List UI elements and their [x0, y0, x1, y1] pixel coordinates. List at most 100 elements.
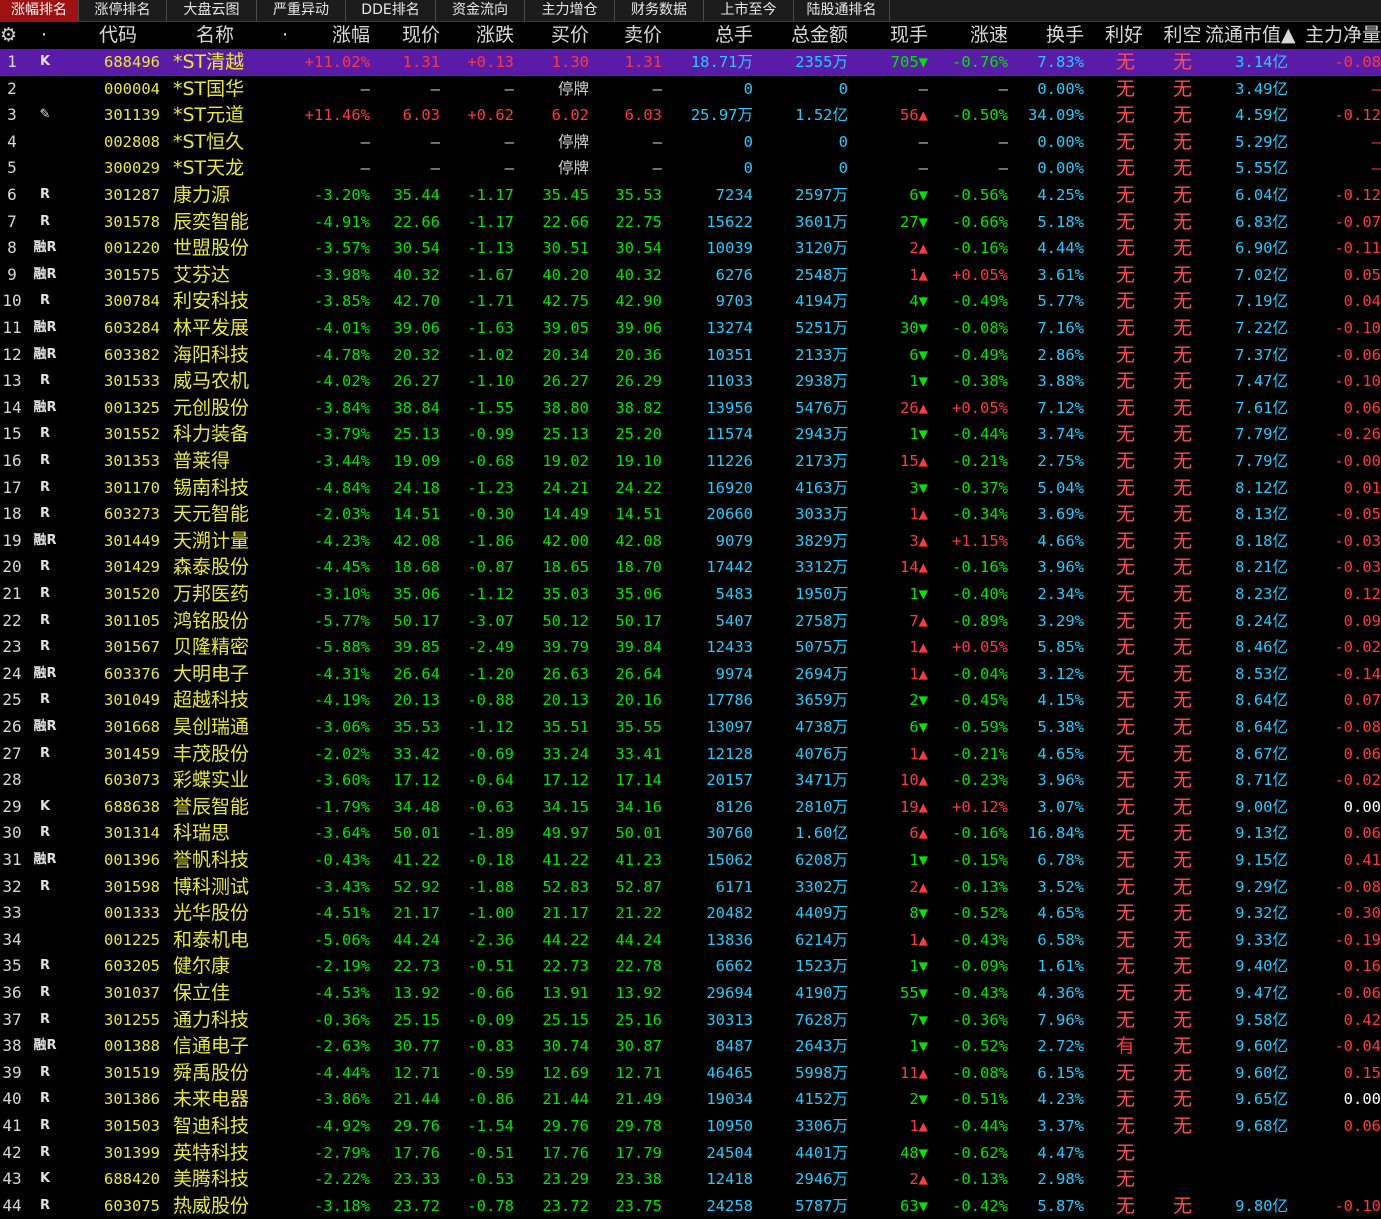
table-row[interactable]: 35 R 603205 健尔康 -2.19% 22.73 -0.51 22.73 22.78 66… [0, 953, 1381, 980]
table-row[interactable]: 36 R 301037 保立佳 -4.53% 13.92 -0.66 13.91 13.92 29… [0, 980, 1381, 1007]
table-row[interactable]: 13 R 301533 威马农机 -4.02% 26.27 -1.10 26.27 26.29 1… [0, 368, 1381, 395]
table-row[interactable]: 25 R 301049 超越科技 -4.19% 20.13 -0.88 20.13 20.16 1… [0, 687, 1381, 714]
gear-icon[interactable]: ⚙ [0, 26, 17, 45]
table-row[interactable]: 44 R 603075 热威股份 -3.18% 23.72 -0.78 23.72 23.75 2… [0, 1193, 1381, 1219]
table-row[interactable]: 41 R 301503 智迪科技 -4.92% 29.76 -1.54 29.76 29.78 1… [0, 1113, 1381, 1140]
column-header-3[interactable]: 名称 [160, 22, 270, 49]
table-row[interactable]: 8 融R 001220 世盟股份 -3.57% 30.54 -1.13 30.51 30.54 1… [0, 235, 1381, 262]
column-header-15[interactable]: 利好 [1094, 22, 1154, 49]
column-header-14[interactable]: 换手 [1010, 22, 1084, 49]
table-row[interactable]: 20 R 301429 森泰股份 -4.45% 18.68 -0.87 18.65 18.70 1… [0, 554, 1381, 581]
table-row[interactable]: 33 001333 光华股份 -4.51% 21.17 -1.00 21.17 21.22 20… [0, 900, 1381, 927]
cell-amount: 2548万 [795, 265, 848, 284]
table-row[interactable]: 40 R 301386 未来电器 -3.86% 21.44 -0.86 21.44 21.49 1… [0, 1086, 1381, 1113]
table-row[interactable]: 12 融R 603382 海阳科技 -4.78% 20.32 -1.02 20.34 20.36… [0, 342, 1381, 369]
cell-index: 38 [2, 1036, 22, 1056]
table-row[interactable]: 30 R 301314 科瑞思 -3.64% 50.01 -1.89 49.97 50.01 30… [0, 820, 1381, 847]
table-row[interactable]: 16 R 301353 普莱得 -3.44% 19.09 -0.68 19.02 19.10 11… [0, 448, 1381, 475]
table-row[interactable]: 27 R 301459 丰茂股份 -2.02% 33.42 -0.69 33.24 33.41 1… [0, 741, 1381, 768]
table-row[interactable]: 1 K 688496 *ST清越 +11.02% 1.31 +0.13 1.30 1.31 18.… [0, 49, 1381, 76]
cell-speed: — [998, 159, 1008, 178]
column-header-4[interactable]: · [270, 22, 300, 49]
column-header-9[interactable]: 卖价 [592, 22, 662, 49]
table-row[interactable]: 43 K 688420 美腾科技 -2.22% 23.33 -0.53 23.29 23.38 1… [0, 1166, 1381, 1193]
cell-last-volume: 8▼ [909, 904, 928, 923]
cell-amount: 4738万 [795, 718, 848, 736]
cell-code: 001325 [104, 398, 160, 417]
table-row[interactable]: 7 R 301578 辰奕智能 -4.91% 22.66 -1.17 22.66 22.75 15… [0, 209, 1381, 236]
table-row[interactable]: 28 603073 彩蝶实业 -3.60% 17.12 -0.64 17.12 17.14 20… [0, 767, 1381, 794]
cell-volume: 11033 [706, 372, 753, 391]
table-row[interactable]: 31 融R 001396 誉帆科技 -0.43% 41.22 -0.18 41.22 41.23… [0, 847, 1381, 874]
table-row[interactable]: 3 ✎ 301139 *ST元道 +11.46% 6.03 +0.62 6.02 6.03 25.… [0, 102, 1381, 129]
column-header-12[interactable]: 现手 [850, 22, 928, 49]
cell-code: 603205 [104, 957, 160, 976]
column-header-11[interactable]: 总金额 [758, 22, 848, 49]
cell-price: 20.13 [393, 691, 440, 710]
cell-code: 001333 [104, 904, 160, 923]
cell-name: 科力装备 [173, 423, 250, 446]
table-row[interactable]: 39 R 301519 舜禹股份 -4.44% 12.71 -0.59 12.69 12.71 4… [0, 1060, 1381, 1087]
cell-name: *ST国华 [173, 77, 245, 100]
cell-code: 301353 [104, 452, 160, 470]
table-row[interactable]: 22 R 301105 鸿铭股份 -5.77% 50.17 -3.07 50.12 50.17 5… [0, 608, 1381, 635]
cell-price: 18.68 [393, 558, 440, 577]
cell-turnover: 7.96% [1037, 1010, 1084, 1029]
table-row[interactable]: 14 融R 001325 元创股份 -3.84% 38.84 -1.55 38.80 38.82… [0, 395, 1381, 422]
table-row[interactable]: 26 融R 301668 昊创瑞通 -3.06% 35.53 -1.12 35.51 35.55… [0, 714, 1381, 741]
column-header-8[interactable]: 买价 [517, 22, 589, 49]
column-header-6[interactable]: 现价 [372, 22, 440, 49]
column-header-10[interactable]: 总手 [665, 22, 753, 49]
tab-4[interactable]: DDE排名 [346, 0, 436, 21]
column-header-16[interactable]: 利空 [1155, 22, 1210, 49]
table-row[interactable]: 29 K 688638 誉辰智能 -1.79% 34.48 -0.63 34.15 34.16 8… [0, 794, 1381, 821]
table-row[interactable]: 15 R 301552 科力装备 -3.79% 25.13 -0.99 25.13 25.20 1… [0, 421, 1381, 448]
tab-2[interactable]: 大盘云图 [167, 0, 257, 21]
column-header-17[interactable]: 流通市值▲ [1205, 22, 1295, 49]
table-row[interactable]: 10 R 300784 利安科技 -3.85% 42.70 -1.71 42.75 42.90 9… [0, 288, 1381, 315]
table-row[interactable]: 37 R 301255 通力科技 -0.36% 25.15 -0.09 25.15 25.16 3… [0, 1007, 1381, 1034]
table-row[interactable]: 19 融R 301449 天溯计量 -4.23% 42.08 -1.86 42.00 42.08… [0, 528, 1381, 555]
cell-turnover: 7.83% [1037, 53, 1084, 71]
table-row[interactable]: 23 R 301567 贝隆精密 -5.88% 39.85 -2.49 39.79 39.84 1… [0, 634, 1381, 661]
cell-index: 17 [2, 477, 22, 497]
table-row[interactable]: 9 融R 301575 艾芬达 -3.98% 40.32 -1.67 40.20 40.32 62… [0, 262, 1381, 289]
cell-main-net-volume: -0.08 [1334, 53, 1381, 71]
cell-index: 39 [2, 1062, 22, 1082]
column-header-18[interactable]: 主力净量 [1300, 22, 1381, 49]
table-row[interactable]: 38 融R 001388 信通电子 -2.63% 30.77 -0.83 30.74 30.87… [0, 1033, 1381, 1060]
tab-0[interactable]: 涨幅排名 [0, 0, 79, 21]
column-header-5[interactable]: 涨幅 [300, 22, 370, 49]
table-row[interactable]: 21 R 301520 万邦医药 -3.10% 35.06 -1.12 35.03 35.06 5… [0, 581, 1381, 608]
tab-1[interactable]: 涨停排名 [79, 0, 167, 21]
cell-amount: 3601万 [795, 212, 848, 231]
table-row[interactable]: 6 R 301287 康力源 -3.20% 35.44 -1.17 35.45 35.53 723… [0, 182, 1381, 209]
tab-7[interactable]: 财务数据 [615, 0, 704, 21]
column-header-1[interactable]: · [24, 22, 64, 49]
table-row[interactable]: 2 000004 *ST国华 — — — 停牌 — 0 0 — — 0.00% 无 无 3.49亿 — [0, 76, 1381, 103]
tab-3[interactable]: 严重异动 [257, 0, 346, 21]
table-row[interactable]: 32 R 301598 博科测试 -3.43% 52.92 -1.88 52.83 52.87 6… [0, 874, 1381, 901]
cell-price: 30.54 [393, 239, 440, 258]
table-row[interactable]: 5 300029 *ST天龙 — — — 停牌 — 0 0 — — 0.00% 无 无 5.55亿 — [0, 155, 1381, 182]
cell-bad-news: 无 [1172, 716, 1192, 738]
table-row[interactable]: 18 R 603273 天元智能 -2.03% 14.51 -0.30 14.49 14.51 2… [0, 501, 1381, 528]
column-header-2[interactable]: 代码 [76, 22, 160, 49]
table-row[interactable]: 34 001225 和泰机电 -5.06% 44.24 -2.36 44.22 44.24 13… [0, 927, 1381, 954]
tab-8[interactable]: 上市至今 [704, 0, 794, 21]
table-row[interactable]: 17 R 301170 锡南科技 -4.84% 24.18 -1.23 24.21 24.22 1… [0, 475, 1381, 502]
table-row[interactable]: 42 R 301399 英特科技 -2.79% 17.76 -0.51 17.76 17.79 2… [0, 1140, 1381, 1167]
cell-last-volume: 4▼ [909, 292, 928, 311]
column-header-7[interactable]: 涨跌 [442, 22, 514, 49]
tab-9[interactable]: 陆股通排名 [794, 0, 890, 21]
cell-change: -0.30 [467, 505, 514, 524]
table-row[interactable]: 24 融R 603376 大明电子 -4.31% 26.64 -1.20 26.63 26.64… [0, 661, 1381, 688]
table-row[interactable]: 11 融R 603284 林平发展 -4.01% 39.06 -1.63 39.05 39.06… [0, 315, 1381, 342]
cell-change: -0.51 [467, 1143, 514, 1162]
cell-ask: 39.84 [615, 638, 662, 657]
cell-float-market-cap: 7.19亿 [1235, 292, 1288, 311]
tab-6[interactable]: 主力增仓 [525, 0, 615, 21]
table-row[interactable]: 4 002808 *ST恒久 — — — 停牌 — 0 0 — — 0.00% 无 无 5.29亿 — [0, 129, 1381, 156]
tab-5[interactable]: 资金流向 [436, 0, 525, 21]
column-header-13[interactable]: 涨速 [930, 22, 1008, 49]
